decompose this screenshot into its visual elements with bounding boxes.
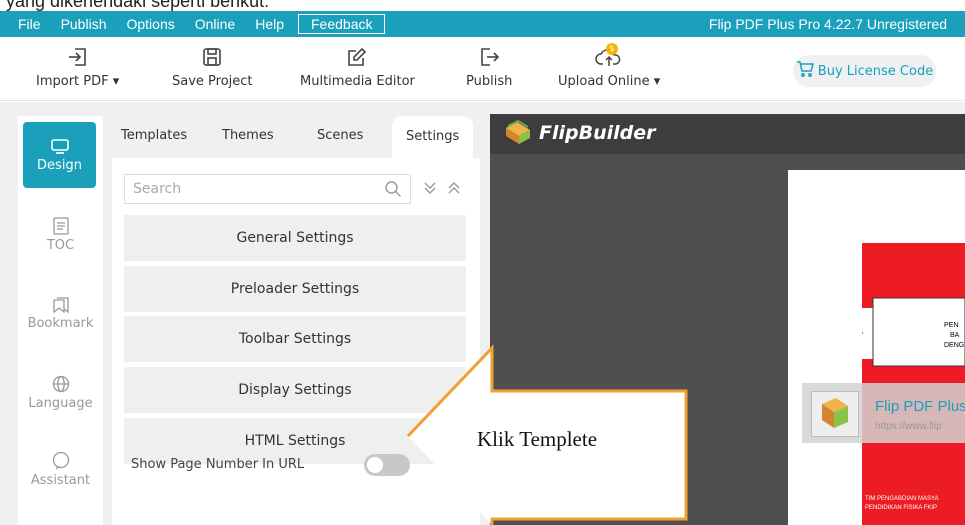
save-project-label: Save Project (172, 74, 253, 89)
bookmark-icon (18, 292, 103, 316)
toc-icon (18, 214, 103, 238)
loading-url: https://www.flip (875, 421, 942, 432)
collapse-all-icon[interactable] (446, 180, 462, 200)
general-settings-button[interactable]: General Settings (124, 215, 466, 261)
cover-footer-text: TIM PENGABDIAN MASYA PENDIDIKAN FISIKA F… (865, 496, 939, 511)
cart-icon (796, 61, 814, 81)
menu-online[interactable]: Online (185, 16, 245, 32)
monitor-icon (23, 134, 96, 158)
rail-language[interactable]: Language (18, 372, 103, 411)
menu-help[interactable]: Help (245, 16, 294, 32)
show-page-number-label: Show Page Number In URL (131, 457, 305, 472)
upload-badge-icon: $ (606, 43, 618, 55)
rail-language-label: Language (28, 396, 93, 411)
app-title: Flip PDF Plus Pro 4.22.7 Unregistered (708, 16, 947, 32)
upload-online-label: Upload Online ▾ (558, 74, 661, 89)
tab-themes[interactable]: Themes (222, 128, 274, 143)
globe-icon (18, 372, 103, 396)
import-icon (36, 43, 119, 71)
upload-online-button[interactable]: $ Upload Online ▾ (558, 43, 660, 89)
side-rail: Design TOC Bookmark Language Assistant (18, 116, 103, 525)
publish-label: Publish (466, 74, 513, 89)
rail-design-label: Design (37, 158, 82, 173)
publish-icon (466, 43, 512, 71)
tab-scenes[interactable]: Scenes (317, 128, 363, 143)
import-pdf-button[interactable]: Import PDF ▾ (36, 43, 119, 89)
main-toolbar: Import PDF ▾ Save Project Multimedia Edi… (0, 37, 965, 101)
menu-bar: File Publish Options Online Help Feedbac… (0, 11, 965, 37)
menu-publish[interactable]: Publish (51, 16, 117, 32)
rail-design[interactable]: Design (23, 122, 96, 188)
flipbuilder-logo-icon (506, 120, 530, 144)
multimedia-editor-button[interactable]: Multimedia Editor (300, 43, 415, 89)
annotation-text: Klik Templete (477, 427, 598, 451)
screenshot: yang dikehendaki seperti berikut: File P… (0, 0, 965, 525)
save-project-button[interactable]: Save Project (172, 43, 253, 89)
rail-bookmark[interactable]: Bookmark (18, 292, 103, 331)
expand-all-icon[interactable] (422, 180, 438, 200)
search-icon[interactable] (384, 180, 402, 202)
loading-card: Flip PDF Plus https://www.flip (802, 383, 965, 443)
tab-templates[interactable]: Templates (121, 128, 187, 143)
publish-button[interactable]: Publish (466, 43, 512, 89)
preview-header: FlipBuilder (490, 114, 965, 154)
panel-tabs: Templates Themes Scenes Settings (112, 114, 480, 158)
import-pdf-label: Import PDF ▾ (36, 74, 120, 89)
multimedia-editor-label: Multimedia Editor (300, 74, 415, 89)
rail-toc-label: TOC (46, 238, 75, 253)
rail-assistant[interactable]: Assistant (18, 449, 103, 488)
rail-assistant-label: Assistant (30, 473, 91, 488)
menu-options[interactable]: Options (116, 16, 184, 32)
rail-toc[interactable]: TOC (18, 214, 103, 253)
flipbuilder-brand: FlipBuilder (539, 122, 656, 144)
search-placeholder: Search (133, 181, 182, 197)
cover-banner-text: PEN BA DENG (944, 322, 965, 349)
menu-file[interactable]: File (0, 16, 51, 32)
toggle-knob (367, 457, 383, 473)
buy-license-label: Buy License Code (817, 63, 934, 79)
preloader-settings-button[interactable]: Preloader Settings (124, 266, 466, 312)
flipbuilder-logo: FlipBuilder (504, 120, 656, 146)
loading-title: Flip PDF Plus (875, 398, 965, 415)
cloud-upload-icon: $ (558, 43, 660, 71)
save-icon (172, 43, 253, 71)
book-thumbnail-icon (811, 391, 859, 437)
rail-bookmark-label: Bookmark (27, 316, 94, 331)
buy-license-button[interactable]: Buy License Code (793, 55, 936, 87)
tab-settings[interactable]: Settings (392, 116, 474, 158)
search-input[interactable]: Search (124, 174, 411, 204)
chat-bubble-icon (18, 449, 103, 473)
edit-icon (300, 43, 415, 71)
feedback-button[interactable]: Feedback (298, 14, 386, 34)
